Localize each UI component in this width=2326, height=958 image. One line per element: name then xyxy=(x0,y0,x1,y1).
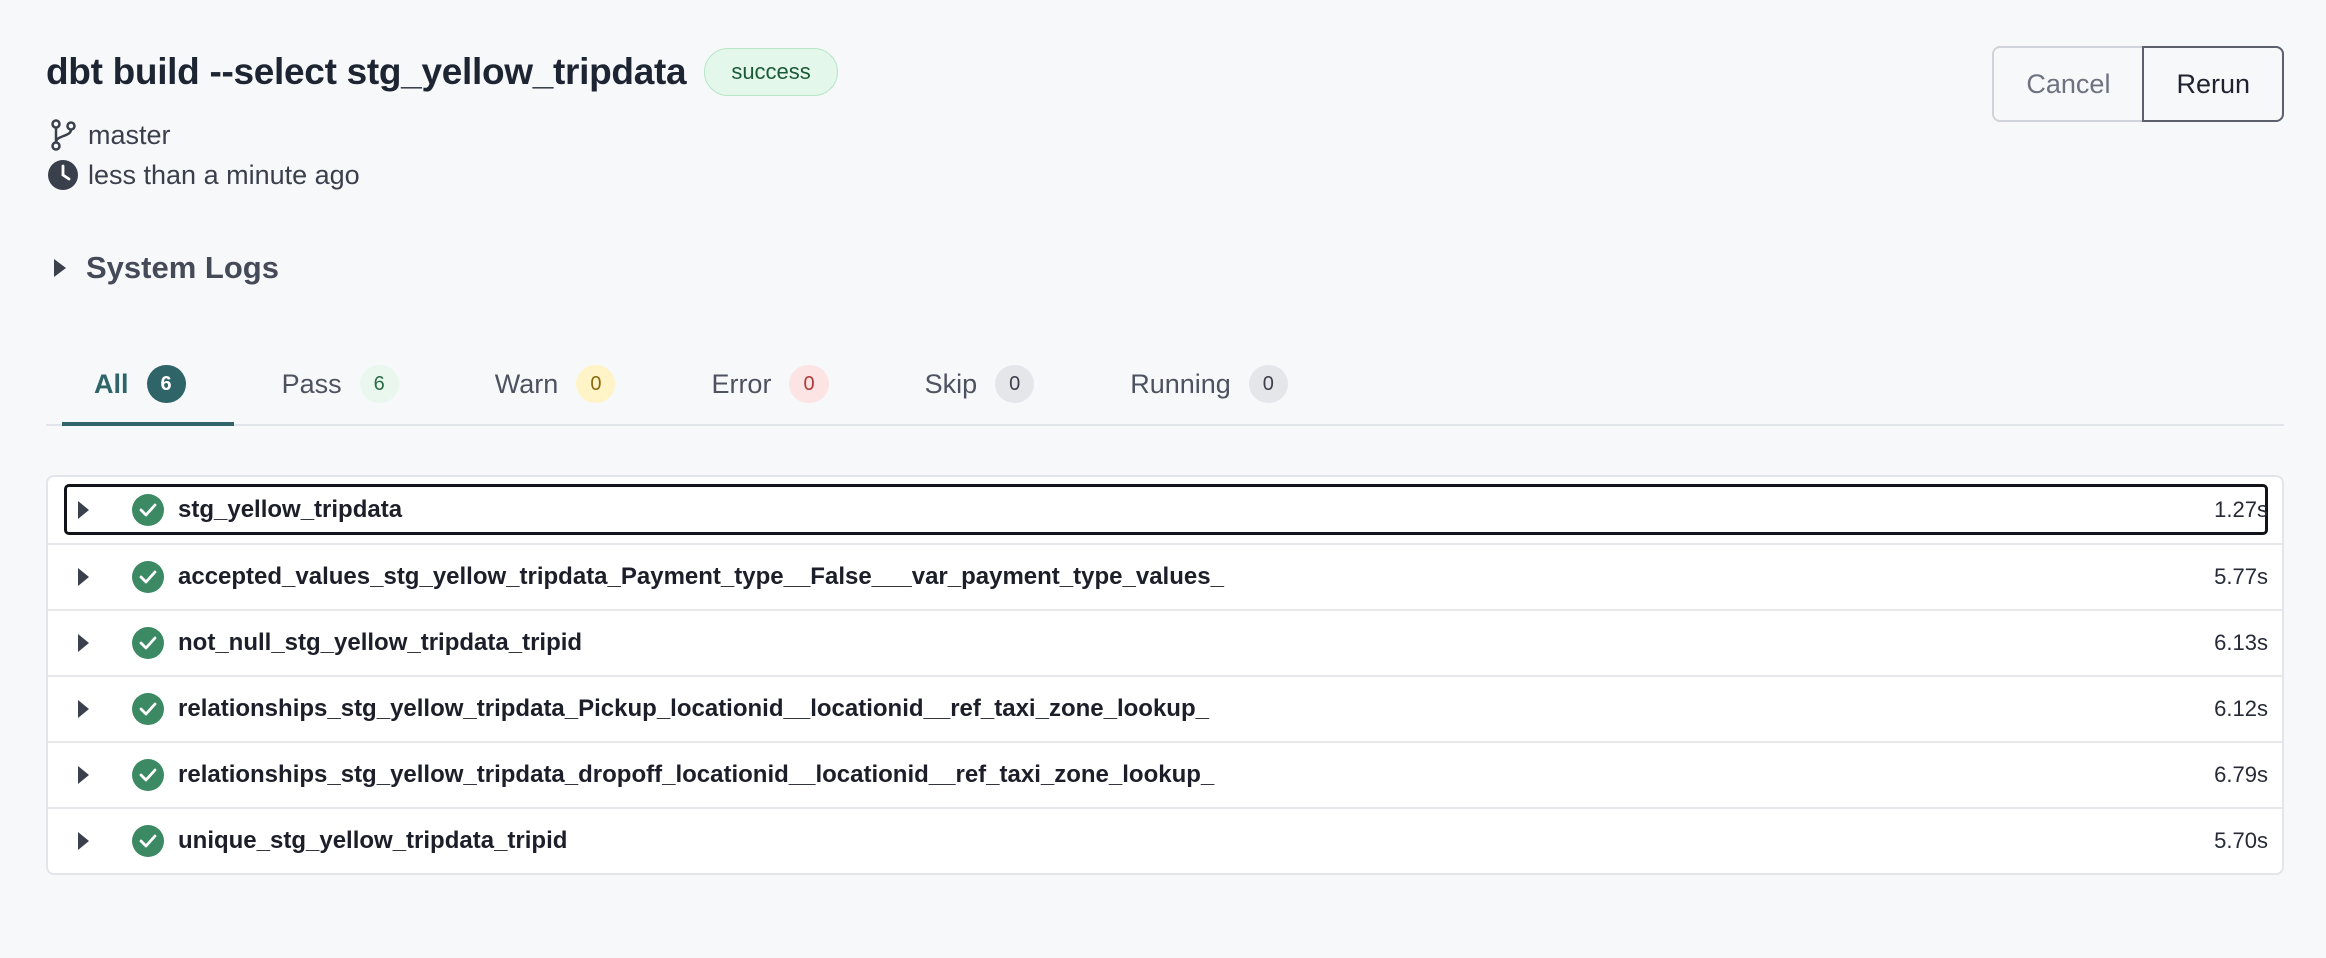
system-logs-label: System Logs xyxy=(86,250,279,285)
result-name: accepted_values_stg_yellow_tripdata_Paym… xyxy=(178,563,1224,590)
tab-label: Warn xyxy=(494,368,559,399)
results-list: stg_yellow_tripdata 1.27s accepted_value… xyxy=(46,475,2284,875)
caret-right-icon xyxy=(54,259,66,277)
tab-count: 0 xyxy=(995,365,1035,403)
list-item[interactable]: relationships_stg_yellow_tripdata_Pickup… xyxy=(48,675,2282,741)
result-duration: 6.12s xyxy=(2214,696,2268,721)
check-circle-icon xyxy=(132,693,164,725)
tab-label: Error xyxy=(711,368,772,399)
result-name: relationships_stg_yellow_tripdata_dropof… xyxy=(178,761,1215,788)
list-item[interactable]: stg_yellow_tripdata 1.27s xyxy=(48,477,2282,543)
result-duration: 5.77s xyxy=(2214,564,2268,589)
tab-label: Pass xyxy=(281,368,342,399)
result-duration: 6.13s xyxy=(2214,630,2268,655)
branch-name: master xyxy=(88,119,171,150)
list-item[interactable]: accepted_values_stg_yellow_tripdata_Paym… xyxy=(48,543,2282,609)
caret-right-icon[interactable] xyxy=(78,700,89,718)
cancel-button[interactable]: Cancel xyxy=(1992,46,2143,122)
status-badge: success xyxy=(704,48,838,96)
caret-right-icon[interactable] xyxy=(78,832,89,850)
check-circle-icon xyxy=(132,561,164,593)
caret-right-icon[interactable] xyxy=(78,501,89,519)
result-duration: 6.79s xyxy=(2214,762,2268,787)
check-circle-icon xyxy=(132,825,164,857)
tab-count: 0 xyxy=(576,365,616,403)
branch-info: master xyxy=(46,118,171,152)
check-circle-icon xyxy=(132,759,164,791)
check-circle-icon xyxy=(132,627,164,659)
tab-label: Skip xyxy=(924,368,978,399)
tab-count: 0 xyxy=(1248,365,1288,403)
caret-right-icon[interactable] xyxy=(78,766,89,784)
page-title: dbt build --select stg_yellow_tripdata xyxy=(46,51,687,92)
rerun-button[interactable]: Rerun xyxy=(2142,46,2284,122)
list-item[interactable]: unique_stg_yellow_tripdata_tripid 5.70s xyxy=(48,807,2282,873)
run-time: less than a minute ago xyxy=(88,159,360,190)
list-item[interactable]: not_null_stg_yellow_tripdata_tripid 6.13… xyxy=(48,609,2282,675)
tab-warn[interactable]: Warn 0 xyxy=(447,356,664,412)
tab-all[interactable]: All 6 xyxy=(46,356,234,426)
tab-skip[interactable]: Skip 0 xyxy=(877,356,1083,412)
title-row: dbt build --select stg_yellow_tripdata s… xyxy=(46,48,838,96)
caret-right-icon[interactable] xyxy=(78,634,89,652)
tab-label: Running xyxy=(1130,368,1231,399)
tab-label: All xyxy=(94,368,129,399)
result-duration: 5.70s xyxy=(2214,828,2268,853)
git-branch-icon xyxy=(46,118,80,152)
tab-error[interactable]: Error 0 xyxy=(663,356,876,412)
status-tabs: All 6 Pass 6 Warn 0 Error 0 Skip 0 Runni… xyxy=(46,356,2284,426)
result-duration: 1.27s xyxy=(2214,497,2268,522)
run-actions: Cancel Rerun xyxy=(1992,46,2284,122)
result-name: relationships_stg_yellow_tripdata_Pickup… xyxy=(178,695,1209,722)
tab-pass[interactable]: Pass 6 xyxy=(234,356,447,412)
tab-running[interactable]: Running 0 xyxy=(1082,356,1336,412)
system-logs-toggle[interactable]: System Logs xyxy=(54,250,279,286)
list-item[interactable]: relationships_stg_yellow_tripdata_dropof… xyxy=(48,741,2282,807)
result-name: stg_yellow_tripdata xyxy=(178,496,403,523)
tab-count: 6 xyxy=(359,365,399,403)
caret-right-icon[interactable] xyxy=(78,568,89,586)
clock-icon xyxy=(46,158,80,192)
tab-count: 6 xyxy=(146,365,186,403)
tab-count: 0 xyxy=(789,365,829,403)
result-name: unique_stg_yellow_tripdata_tripid xyxy=(178,827,568,854)
time-info: less than a minute ago xyxy=(46,158,360,192)
result-name: not_null_stg_yellow_tripdata_tripid xyxy=(178,629,583,656)
run-details-page: dbt build --select stg_yellow_tripdata s… xyxy=(0,0,2326,958)
check-circle-icon xyxy=(132,494,164,526)
